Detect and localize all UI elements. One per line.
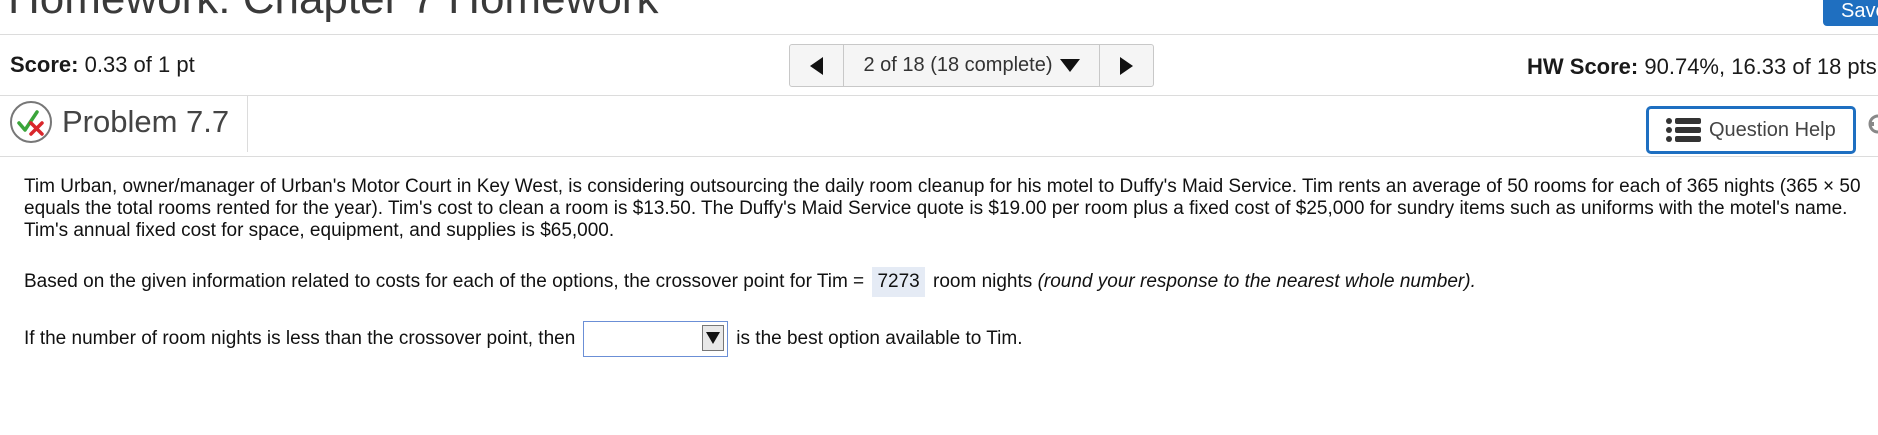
homework-score: HW Score: 90.74%, 16.33 of 18 pts [1527, 54, 1877, 80]
question-help-button[interactable]: Question Help [1646, 106, 1856, 154]
problem-statement: Tim Urban, owner/manager of Urban's Moto… [24, 176, 1861, 241]
crossover-unit: room nights [933, 271, 1033, 292]
header-bar: Homework: Chapter 7 Homework Save [0, 0, 1878, 35]
page-title: Homework: Chapter 7 Homework [8, 0, 658, 24]
question-content: Tim Urban, owner/manager of Urban's Moto… [24, 176, 1878, 358]
question-navigator: 2 of 18 (18 complete) [789, 44, 1154, 87]
problem-title-divider [247, 96, 248, 152]
arrow-left-icon [810, 56, 823, 75]
arrow-right-icon [1120, 56, 1133, 75]
crossover-answer-field[interactable]: 7273 [872, 267, 925, 297]
caret-down-icon [1059, 59, 1080, 72]
crossover-question: Based on the given information related t… [24, 267, 1878, 297]
problem-title: Problem 7.7 [62, 104, 230, 139]
partial-credit-icon [10, 101, 52, 143]
score-bar: Score: 0.33 of 1 pt 2 of 18 (18 complete… [0, 35, 1878, 96]
best-option-dropdown[interactable] [583, 321, 729, 357]
option-question: If the number of room nights is less tha… [24, 320, 1878, 358]
option-suffix: is the best option available to Tim. [736, 328, 1023, 349]
hw-score-value: 90.74%, 16.33 of 18 pts [1644, 54, 1877, 79]
question-select[interactable]: 2 of 18 (18 complete) [844, 45, 1099, 86]
question-score: Score: 0.33 of 1 pt [10, 52, 195, 78]
option-prefix: If the number of room nights is less tha… [24, 328, 576, 349]
score-value: 0.33 of 1 pt [84, 52, 195, 77]
dropdown-arrow-icon [702, 325, 725, 351]
problem-bar: Problem 7.7 Question Help [0, 96, 1878, 157]
question-help-label: Question Help [1709, 118, 1836, 141]
save-button[interactable]: Save [1823, 0, 1878, 26]
score-label: Score: [10, 52, 79, 77]
hw-score-label: HW Score: [1527, 54, 1639, 79]
rounding-note: (round your response to the nearest whol… [1037, 271, 1476, 292]
next-question-button[interactable] [1099, 45, 1153, 86]
previous-question-button[interactable] [790, 45, 844, 86]
crossover-prefix: Based on the given information related t… [24, 271, 865, 292]
question-position: 2 of 18 (18 complete) [863, 54, 1053, 76]
list-icon [1666, 118, 1701, 142]
settings-icon[interactable] [1866, 112, 1878, 136]
